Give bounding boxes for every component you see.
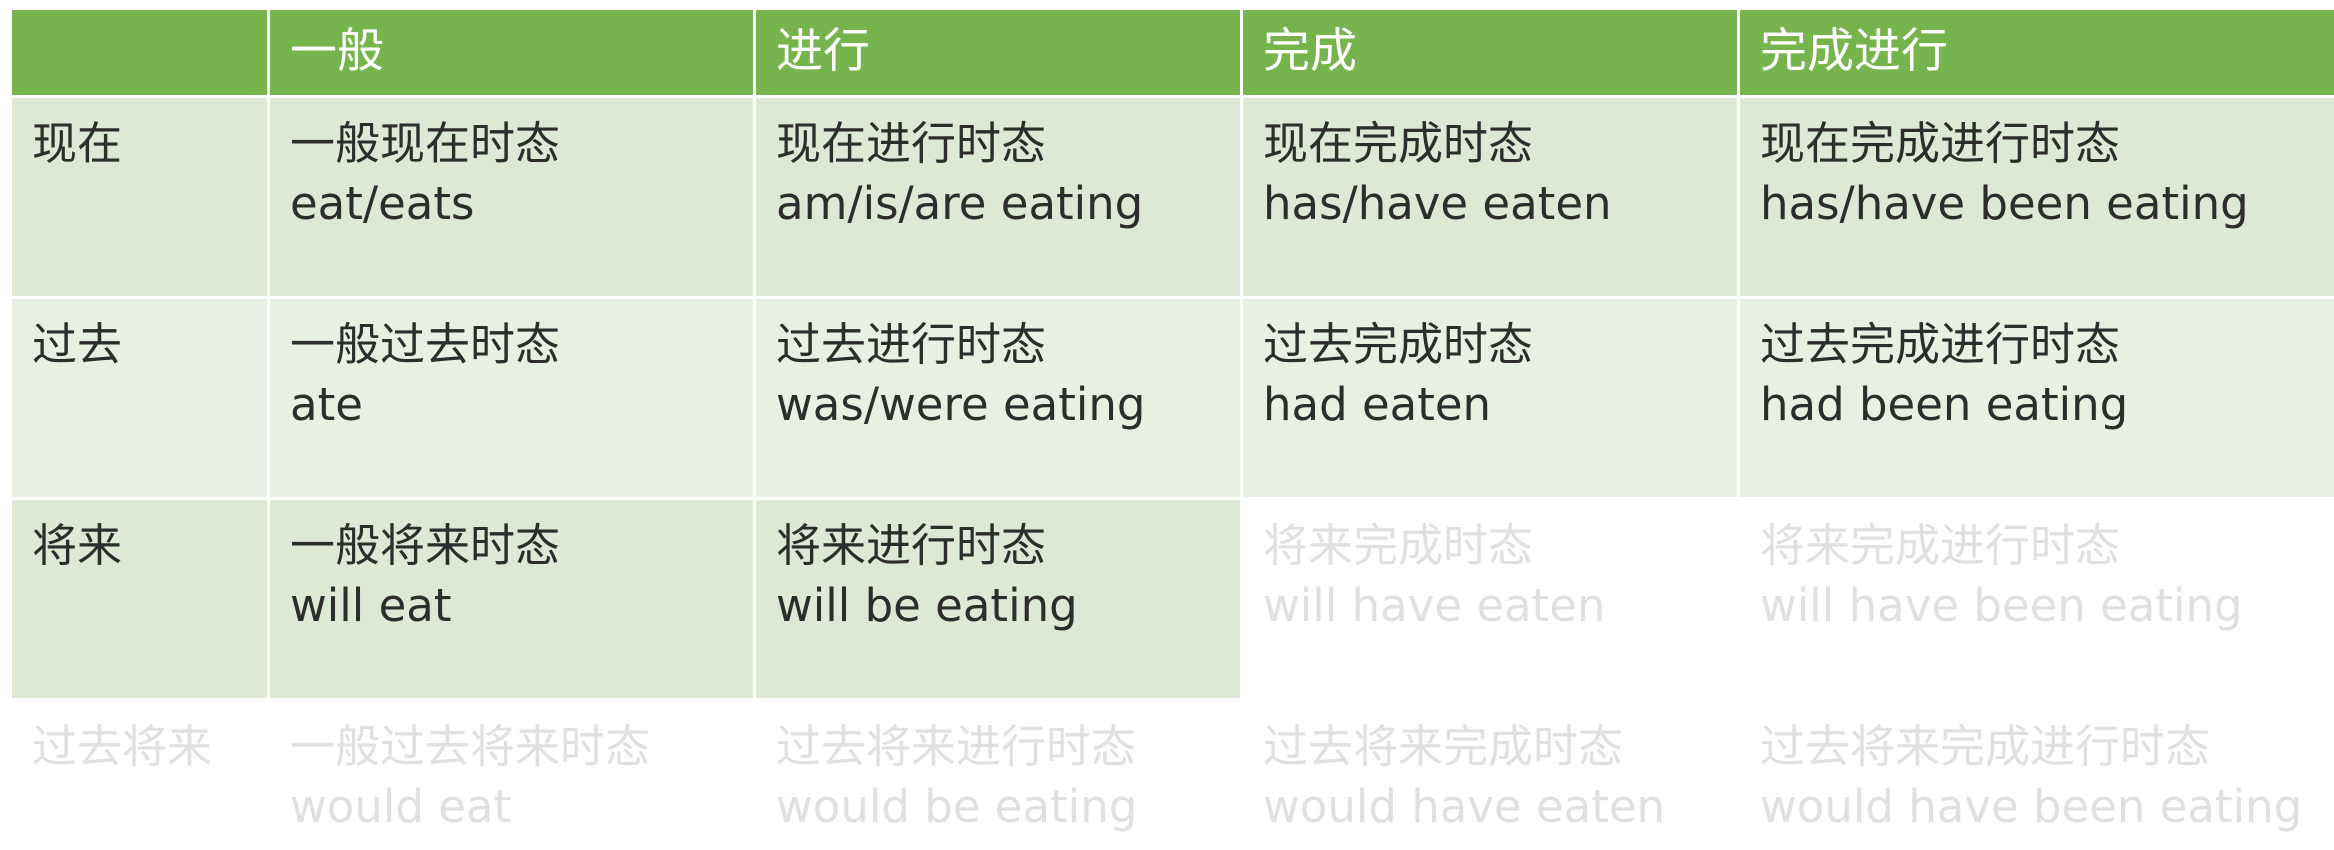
header-perfect-progressive: 完成进行	[1740, 10, 2334, 95]
tense-name: 过去将来进行时态	[776, 720, 1137, 773]
tense-form: will eat	[290, 579, 452, 632]
tense-form: will have been eating	[1760, 579, 2243, 632]
tense-name: 一般将来时态	[290, 519, 561, 572]
header-simple: 一般	[270, 10, 753, 95]
tense-name: 过去完成时态	[1263, 318, 1534, 371]
tense-form: would have eaten	[1263, 780, 1666, 833]
tense-name: 过去将来完成时态	[1263, 720, 1624, 773]
tense-form: was/were eating	[776, 378, 1146, 431]
cell-future-simple: 一般将来时态 will eat	[270, 500, 753, 698]
tense-form: has/have eaten	[1263, 177, 1612, 230]
table-row-present: 现在 一般现在时态 eat/eats 现在进行时态 am/is/are eati…	[12, 98, 2334, 296]
tense-form: eat/eats	[290, 177, 475, 230]
cell-future-perfect: 将来完成时态 will have eaten	[1243, 500, 1737, 698]
tense-form: am/is/are eating	[776, 177, 1144, 230]
tense-name: 过去完成进行时态	[1760, 318, 2121, 371]
cell-past-simple: 一般过去时态 ate	[270, 299, 753, 497]
cell-future-progressive: 将来进行时态 will be eating	[756, 500, 1240, 698]
tense-name: 一般过去将来时态	[290, 720, 651, 773]
cell-past-perfect: 过去完成时态 had eaten	[1243, 299, 1737, 497]
header-perfect: 完成	[1243, 10, 1737, 95]
row-label-past: 过去	[12, 299, 267, 497]
cell-present-perfect: 现在完成时态 has/have eaten	[1243, 98, 1737, 296]
tense-name: 一般现在时态	[290, 117, 561, 170]
tense-name: 现在进行时态	[776, 117, 1047, 170]
tense-form: will be eating	[776, 579, 1078, 632]
table-row-past: 过去 一般过去时态 ate 过去进行时态 was/were eating 过去完…	[12, 299, 2334, 497]
cell-past-progressive: 过去进行时态 was/were eating	[756, 299, 1240, 497]
cell-past-perfect-progressive: 过去完成进行时态 had been eating	[1740, 299, 2334, 497]
tense-form: has/have been eating	[1760, 177, 2249, 230]
cell-present-simple: 一般现在时态 eat/eats	[270, 98, 753, 296]
tense-form: would be eating	[776, 780, 1138, 833]
tense-name: 将来完成时态	[1263, 519, 1534, 572]
table-row-future: 将来 一般将来时态 will eat 将来进行时态 will be eating…	[12, 500, 2334, 698]
header-corner	[12, 10, 267, 95]
table-row-past-future: 过去将来 一般过去将来时态 would eat 过去将来进行时态 would b…	[12, 701, 2334, 841]
tense-name: 过去将来完成进行时态	[1760, 720, 2211, 773]
cell-past-future-perfect-progressive: 过去将来完成进行时态 would have been eating	[1740, 701, 2334, 841]
cell-present-perfect-progressive: 现在完成进行时态 has/have been eating	[1740, 98, 2334, 296]
tense-name: 现在完成时态	[1263, 117, 1534, 170]
cell-past-future-simple: 一般过去将来时态 would eat	[270, 701, 753, 841]
tense-name: 过去进行时态	[776, 318, 1047, 371]
cell-future-perfect-progressive: 将来完成进行时态 will have been eating	[1740, 500, 2334, 698]
tense-form: ate	[290, 378, 363, 431]
cell-present-progressive: 现在进行时态 am/is/are eating	[756, 98, 1240, 296]
tense-form: would eat	[290, 780, 512, 833]
cell-past-future-progressive: 过去将来进行时态 would be eating	[756, 701, 1240, 841]
header-row: 一般 进行 完成 完成进行	[12, 10, 2334, 95]
tense-table: 一般 进行 完成 完成进行 现在 一般现在时态 eat/eats 现在进行时态 …	[12, 10, 2334, 841]
tense-form: had eaten	[1263, 378, 1492, 431]
cell-past-future-perfect: 过去将来完成时态 would have eaten	[1243, 701, 1737, 841]
tense-name: 将来完成进行时态	[1760, 519, 2121, 572]
row-label-past-future: 过去将来	[12, 701, 267, 841]
tense-name: 一般过去时态	[290, 318, 561, 371]
tense-form: had been eating	[1760, 378, 2129, 431]
row-label-present: 现在	[12, 98, 267, 296]
tense-name: 将来进行时态	[776, 519, 1047, 572]
header-progressive: 进行	[756, 10, 1240, 95]
tense-form: will have eaten	[1263, 579, 1606, 632]
tense-name: 现在完成进行时态	[1760, 117, 2121, 170]
row-label-future: 将来	[12, 500, 267, 698]
tense-form: would have been eating	[1760, 780, 2303, 833]
